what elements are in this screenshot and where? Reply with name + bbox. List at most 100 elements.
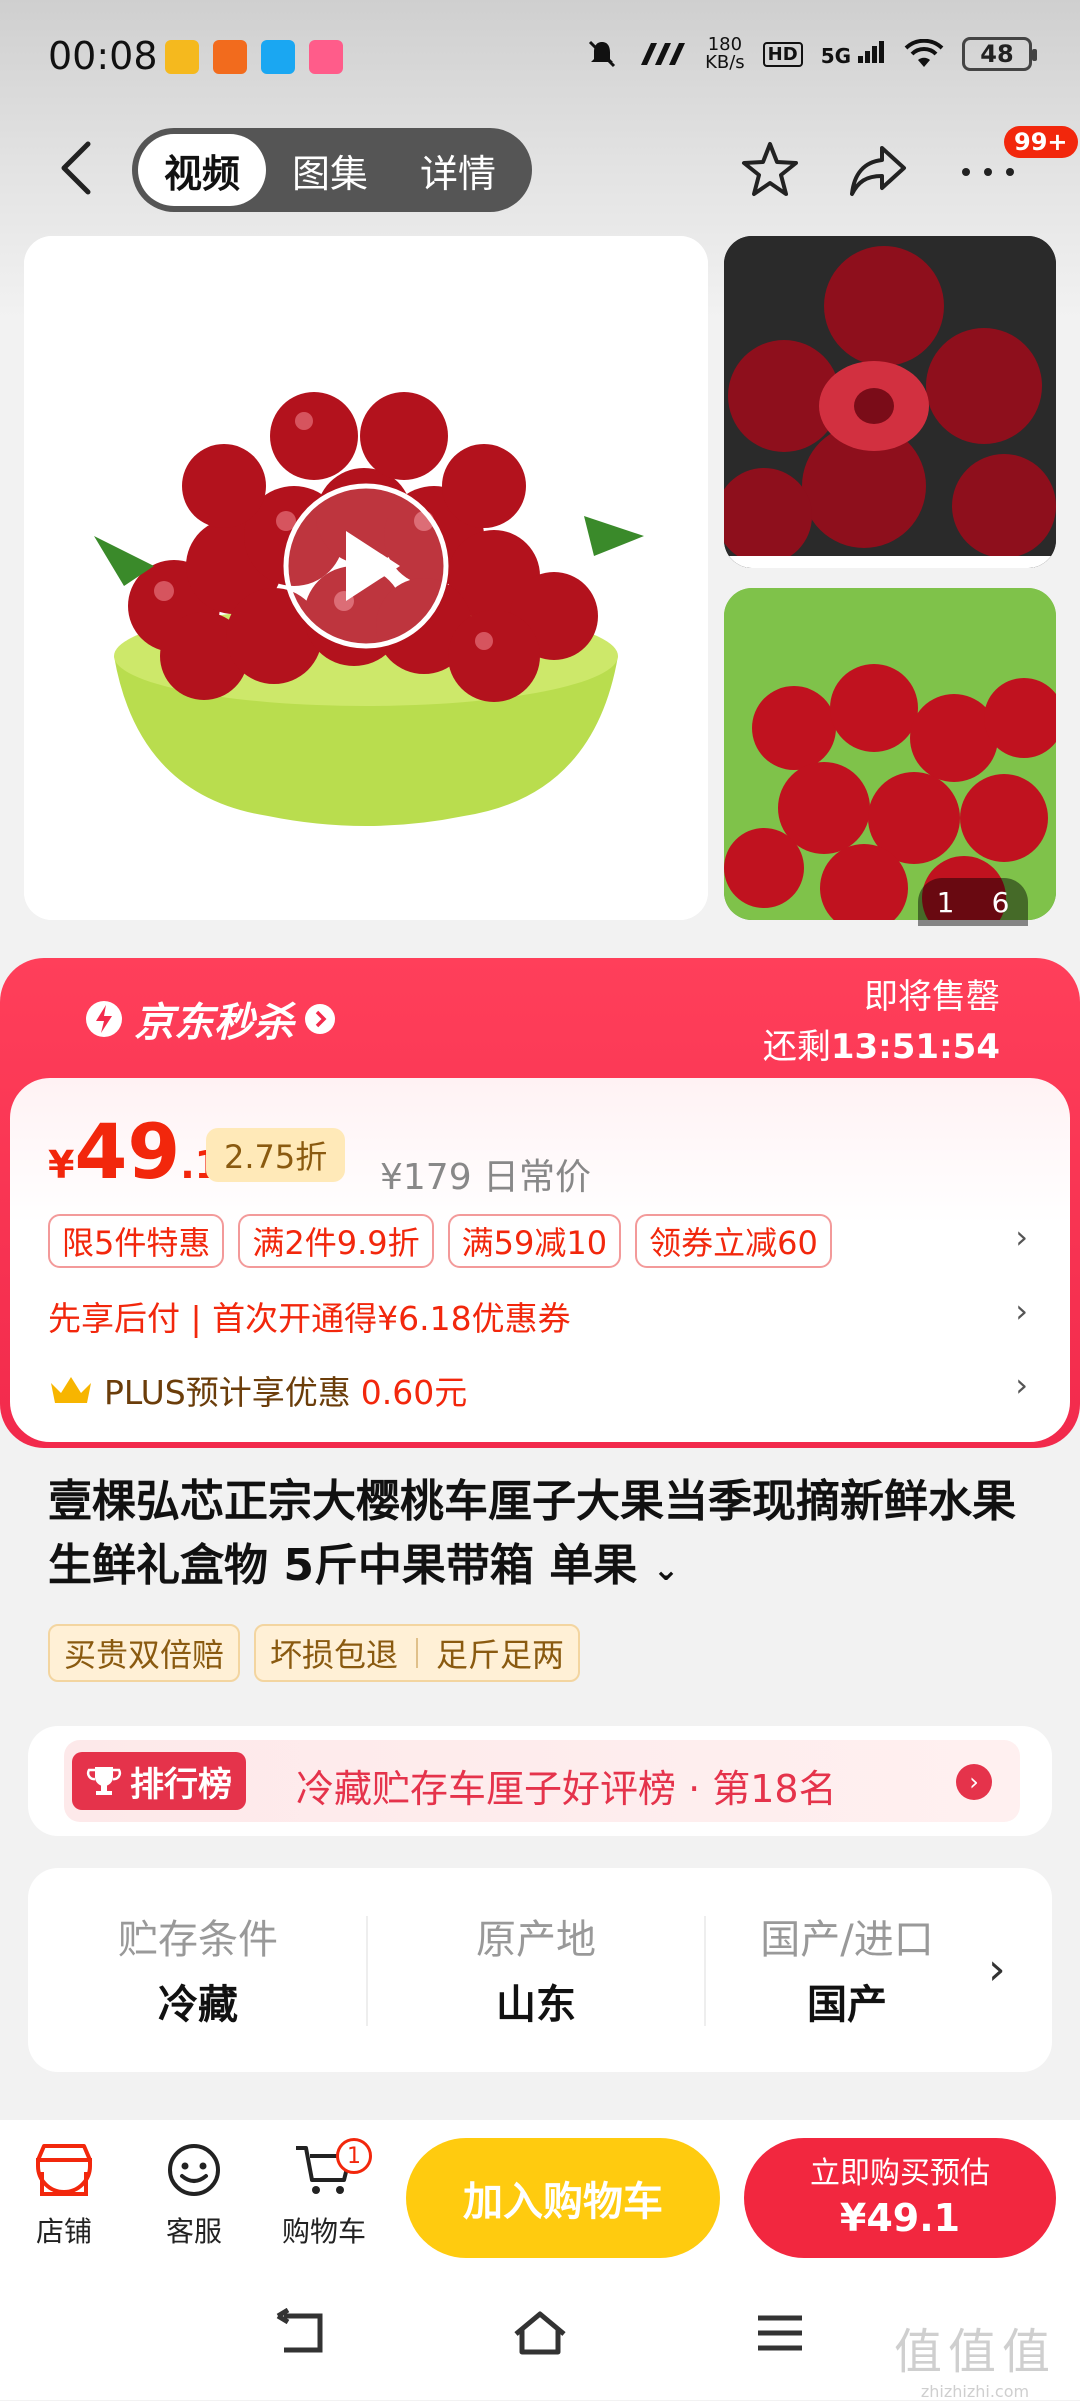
app-notification-icon: [165, 40, 199, 74]
flash-sale-status: 即将售罄 还剩13:51:54: [763, 972, 1000, 1072]
net-speed: 180 KB/s: [705, 36, 745, 72]
countdown: 还剩13:51:54: [763, 1022, 1000, 1072]
cherries-on-grass-image: [724, 588, 1056, 920]
system-back-icon[interactable]: [270, 2308, 330, 2358]
price-integer: 49: [74, 1107, 181, 1196]
cart-count-badge: 1: [336, 2138, 372, 2174]
back-arrow-icon[interactable]: [52, 138, 100, 198]
net-speed-unit: KB/s: [705, 52, 745, 73]
spec-label: 国产/进口: [760, 1917, 934, 1963]
spec-label: 贮存条件: [118, 1917, 278, 1963]
store-button[interactable]: 店铺: [4, 2140, 124, 2250]
tab-details[interactable]: 详情: [394, 134, 522, 206]
product-title-text: 壹棵弘芯正宗大樱桃车厘子大果当季现摘新鲜水果生鲜礼盒物 5斤中果带箱 单果: [48, 1476, 1016, 1591]
image-counter-total: 6: [991, 885, 1010, 919]
service-label: 客服: [165, 2215, 222, 2248]
tab-video[interactable]: 视频: [138, 134, 266, 206]
system-home-icon[interactable]: [510, 2308, 570, 2358]
signal-label: 5G: [820, 43, 852, 68]
signal-bars-icon: [858, 40, 884, 63]
chevron-right-icon[interactable]: ›: [956, 1764, 992, 1800]
wifi-icon: [904, 39, 944, 67]
buy-now-price: ¥49.1: [839, 2196, 961, 2240]
gallery-thumbnail-2[interactable]: [724, 588, 1056, 920]
countdown-time: 13:51:54: [830, 1027, 1000, 1067]
plus-amount: 0.60元: [360, 1373, 468, 1412]
qq-notification-icon: [261, 40, 295, 74]
divider: [704, 1916, 706, 2026]
chevron-down-icon[interactable]: ⌄: [653, 1550, 680, 1588]
spec-value: 国产: [807, 1982, 887, 2028]
spec-value: 山东: [496, 1982, 576, 2028]
divider: [416, 1638, 419, 1668]
image-counter-current: 1: [936, 885, 955, 919]
customer-service-icon: [168, 2144, 220, 2196]
status-right: 180 KB/s HD 5G 48: [585, 36, 1037, 72]
cart-label: 购物车: [281, 2215, 366, 2248]
store-icon: [36, 2144, 92, 2196]
promo-tag[interactable]: 满2件9.9折: [238, 1214, 434, 1268]
watermark: 值值值 zhizhizhi.com: [894, 2312, 1056, 2401]
flash-sale-label: 京东秒杀: [134, 1000, 294, 1046]
chevron-right-icon[interactable]: ›: [988, 1944, 1006, 1995]
watermark-url: zhizhizhi.com: [920, 2382, 1030, 2401]
cherry-bowl-image: [24, 236, 708, 920]
customer-service-button[interactable]: 客服: [134, 2140, 254, 2250]
chevron-right-icon[interactable]: ›: [1015, 1218, 1028, 1256]
notification-icons: [165, 40, 343, 74]
service-tag[interactable]: 坏损包退 足斤足两: [254, 1624, 581, 1682]
share-icon[interactable]: [846, 138, 910, 202]
ranking-text: 冷藏贮存车厘子好评榜 · 第18名: [296, 1767, 837, 1811]
gallery-thumbnail-1[interactable]: [724, 236, 1056, 568]
nfc-icon: [641, 43, 686, 65]
credit-pay-offer[interactable]: 先享后付 | 首次开通得¥6.18优惠券: [48, 1292, 571, 1340]
cherries-closeup-image: [724, 236, 1056, 568]
product-title[interactable]: 壹棵弘芯正宗大樱桃车厘子大果当季现摘新鲜水果生鲜礼盒物 5斤中果带箱 单果 ⌄: [48, 1470, 1038, 1601]
store-label: 店铺: [35, 2215, 92, 2248]
media-tabs: 视频 图集 详情: [132, 128, 532, 212]
add-to-cart-button[interactable]: 加入购物车: [406, 2138, 720, 2258]
currency-symbol: ¥: [48, 1143, 75, 1187]
promo-tag[interactable]: 限5件特惠: [48, 1214, 225, 1268]
status-time: 00:08: [48, 34, 158, 78]
battery-indicator: 48: [962, 37, 1037, 71]
plus-label: PLUS预计享优惠: [104, 1373, 351, 1412]
tab-gallery[interactable]: 图集: [266, 134, 394, 206]
original-price: ¥179 日常价: [380, 1157, 592, 1198]
spec-label: 原产地: [476, 1917, 596, 1963]
watermark-logo: 值值值: [893, 2324, 1056, 2380]
service-tag[interactable]: 买贵双倍赔: [48, 1624, 241, 1682]
status-bar: 00:08 180 KB/s HD 5G 48: [0, 0, 1080, 120]
ranking-badge-label: 排行榜: [130, 1764, 232, 1805]
chevron-right-circle-icon: [305, 1004, 335, 1034]
buy-now-button[interactable]: 立即购买预估 ¥49.1: [744, 2138, 1056, 2258]
spec-storage: 贮存条件 冷藏: [48, 1910, 348, 2040]
chevron-right-icon[interactable]: ›: [1015, 1366, 1028, 1404]
promotion-tags[interactable]: 限5件特惠 满2件9.9折 满59减10 领券立减60: [48, 1214, 832, 1268]
spec-domestic-import: 国产/进口 国产: [722, 1910, 972, 2040]
flash-sale-title[interactable]: 京东秒杀: [84, 990, 336, 1048]
crown-icon: [51, 1377, 91, 1403]
app-notification-icon: [309, 40, 343, 74]
main-product-video[interactable]: [24, 236, 708, 920]
hd-indicator: HD: [762, 41, 803, 67]
countdown-prefix: 还剩: [762, 1027, 831, 1067]
signal-5g: 5G: [820, 40, 886, 68]
buy-now-label: 立即购买预估: [810, 2156, 990, 2191]
message-badge: 99+: [1004, 126, 1078, 158]
trophy-icon: [86, 1767, 122, 1795]
sell-out-soon-label: 即将售罄: [864, 977, 1000, 1017]
spec-origin: 原产地 山东: [386, 1910, 686, 2040]
promo-tag[interactable]: 领券立减60: [635, 1214, 832, 1268]
service-tags: 买贵双倍赔 坏损包退 足斤足两: [48, 1624, 581, 1682]
promo-tag[interactable]: 满59减10: [447, 1214, 622, 1268]
system-menu-icon[interactable]: [750, 2308, 810, 2358]
app-notification-icon: [213, 40, 247, 74]
service-tag-text: 坏损包退: [270, 1636, 399, 1674]
chevron-right-icon[interactable]: ›: [1015, 1292, 1028, 1330]
discount-badge: 2.75折: [206, 1128, 346, 1182]
mute-bell-icon: [589, 40, 616, 68]
plus-member-offer[interactable]: PLUS预计享优惠 0.60元: [48, 1366, 467, 1414]
favorite-star-icon[interactable]: [738, 138, 802, 202]
lightning-icon: [86, 1001, 122, 1037]
